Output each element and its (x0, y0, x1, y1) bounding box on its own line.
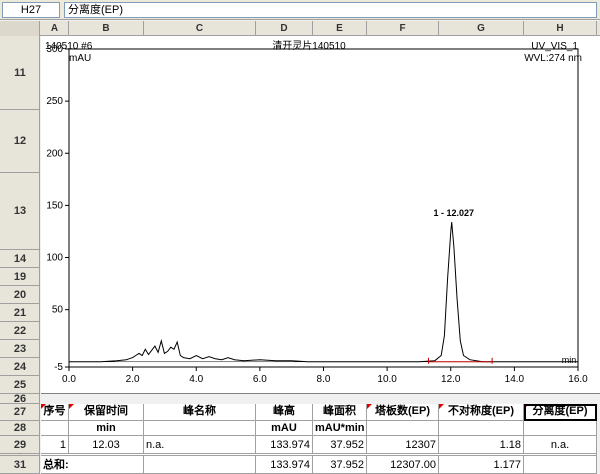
chart-title: 清开灵片140510 (272, 39, 346, 52)
row-header-23[interactable]: 23 (0, 340, 40, 358)
formula-input[interactable]: 分离度(EP) (64, 2, 597, 18)
row-header-25[interactable]: 25 (0, 376, 40, 394)
unit-plates[interactable] (367, 421, 439, 436)
x-tick-label-1: 2.0 (126, 374, 140, 385)
row-header-12[interactable]: 12 (0, 110, 40, 173)
x-tick-label-4: 8.0 (317, 374, 331, 385)
header-resolution[interactable]: 分离度(EP) (524, 404, 597, 421)
cell-resolution[interactable]: n.a. (524, 436, 597, 454)
row-header-20[interactable]: 20 (0, 286, 40, 304)
total-asymmetry[interactable]: 1.177 (439, 456, 524, 474)
chromatogram-svg: 140510 #6 清开灵片140510 UV_VIS_1 mAU WVL:27… (45, 39, 588, 385)
y-tick-label-1: 250 (46, 96, 63, 107)
cell-peak-name[interactable]: n.a. (144, 436, 256, 454)
x-tick-label-6: 12.0 (441, 374, 461, 385)
header-plates[interactable]: 塔板数(EP) (367, 404, 439, 421)
chromatogram-trace (69, 222, 578, 363)
y-axis: 300 250 200 150 100 50 -5 (46, 44, 69, 373)
chromatogram-chart[interactable]: 140510 #6 清开灵片140510 UV_VIS_1 mAU WVL:27… (41, 36, 600, 394)
unit-index[interactable] (41, 421, 69, 436)
row-header-13[interactable]: 13 (0, 173, 40, 250)
y-tick-label-5: 50 (52, 305, 64, 316)
row-header-31[interactable]: 31 (0, 456, 40, 474)
formula-bar: H27 分离度(EP) (0, 0, 600, 20)
header-retention-time[interactable]: 保留时间 (69, 404, 144, 421)
column-header-f[interactable]: F (367, 21, 439, 36)
x-tick-label-5: 10.0 (377, 374, 397, 385)
comment-marker-g27 (439, 404, 444, 409)
total-label[interactable]: 总和: (41, 456, 144, 474)
column-header-c[interactable]: C (144, 21, 256, 36)
y-tick-label-3: 150 (46, 200, 63, 211)
y-tick-label-6: -5 (54, 362, 63, 373)
row-header-11[interactable]: 11 (0, 36, 40, 110)
separator-row (41, 394, 600, 404)
row-header-22[interactable]: 22 (0, 322, 40, 340)
y-tick-label-0: 300 (46, 44, 63, 55)
select-all-corner[interactable] (0, 21, 40, 36)
comment-marker-f27 (367, 404, 372, 409)
header-asymmetry[interactable]: 不对称度(EP) (439, 404, 524, 421)
chart-header-right: UV_VIS_1 (531, 41, 578, 52)
row-header-28[interactable]: 28 (0, 421, 40, 436)
column-header-g[interactable]: G (439, 21, 524, 36)
y-tick-label-4: 100 (46, 253, 63, 264)
column-header-e[interactable]: E (313, 21, 367, 36)
peak-label: 1 - 12.027 (433, 208, 474, 218)
column-header-d[interactable]: D (256, 21, 313, 36)
x-tick-label-0: 0.0 (62, 374, 76, 385)
unit-peak-area[interactable]: mAU*min (313, 421, 367, 436)
comment-marker-a27 (41, 404, 46, 409)
header-peak-name[interactable]: 峰名称 (144, 404, 256, 421)
plot-frame (68, 48, 579, 368)
row-headers: 11 12 13 14 19 20 21 22 23 24 25 26 27 2… (0, 36, 40, 474)
total-peak-height[interactable]: 133.974 (256, 456, 313, 474)
column-header-a[interactable]: A (41, 21, 69, 36)
total-peak-area[interactable]: 37.952 (313, 456, 367, 474)
cell-plates[interactable]: 12307 (367, 436, 439, 454)
row-header-19[interactable]: 19 (0, 268, 40, 286)
unit-retention-time[interactable]: min (69, 421, 144, 436)
total-plates[interactable]: 12307.00 (367, 456, 439, 474)
cell-asymmetry[interactable]: 1.18 (439, 436, 524, 454)
wavelength-label: WVL:274 nm (524, 53, 582, 64)
column-header-h[interactable]: H (524, 21, 597, 36)
x-tick-label-3: 6.0 (253, 374, 267, 385)
cell-peak-height[interactable]: 133.974 (256, 436, 313, 454)
cell-retention-time[interactable]: 12.03 (69, 436, 144, 454)
x-tick-label-2: 4.0 (189, 374, 203, 385)
unit-peak-name[interactable] (144, 421, 256, 436)
row-header-21[interactable]: 21 (0, 304, 40, 322)
row-header-29[interactable]: 29 (0, 436, 40, 454)
unit-resolution[interactable] (524, 421, 597, 436)
y-unit-label: mAU (69, 53, 91, 64)
x-unit-label: min (562, 355, 577, 365)
row-header-26[interactable]: 26 (0, 393, 40, 405)
y-tick-label-2: 200 (46, 148, 63, 159)
unit-asymmetry[interactable] (439, 421, 524, 436)
row-header-24[interactable]: 24 (0, 358, 40, 376)
row-header-27[interactable]: 27 (0, 404, 40, 421)
comment-marker-b27 (69, 404, 74, 409)
x-tick-label-8: 16.0 (568, 374, 588, 385)
name-box[interactable]: H27 (2, 2, 60, 18)
x-axis: 0.0 2.0 4.0 6.0 8.0 10.0 12.0 14.0 16.0 (62, 367, 588, 385)
x-tick-label-7: 14.0 (505, 374, 525, 385)
header-peak-area[interactable]: 峰面积 (313, 404, 367, 421)
column-headers: A B C D E F G H (0, 21, 600, 36)
column-header-b[interactable]: B (69, 21, 144, 36)
cell-peak-area[interactable]: 37.952 (313, 436, 367, 454)
cell-index[interactable]: 1 (41, 436, 69, 454)
unit-peak-height[interactable]: mAU (256, 421, 313, 436)
row-header-14[interactable]: 14 (0, 250, 40, 268)
header-peak-height[interactable]: 峰高 (256, 404, 313, 421)
total-peak-name[interactable] (144, 456, 256, 474)
peak-results-table: 序号 保留时间 峰名称 峰高 峰面积 塔板数(EP) 不对称度(EP) 分离度(… (41, 404, 597, 474)
total-resolution[interactable] (524, 456, 597, 474)
